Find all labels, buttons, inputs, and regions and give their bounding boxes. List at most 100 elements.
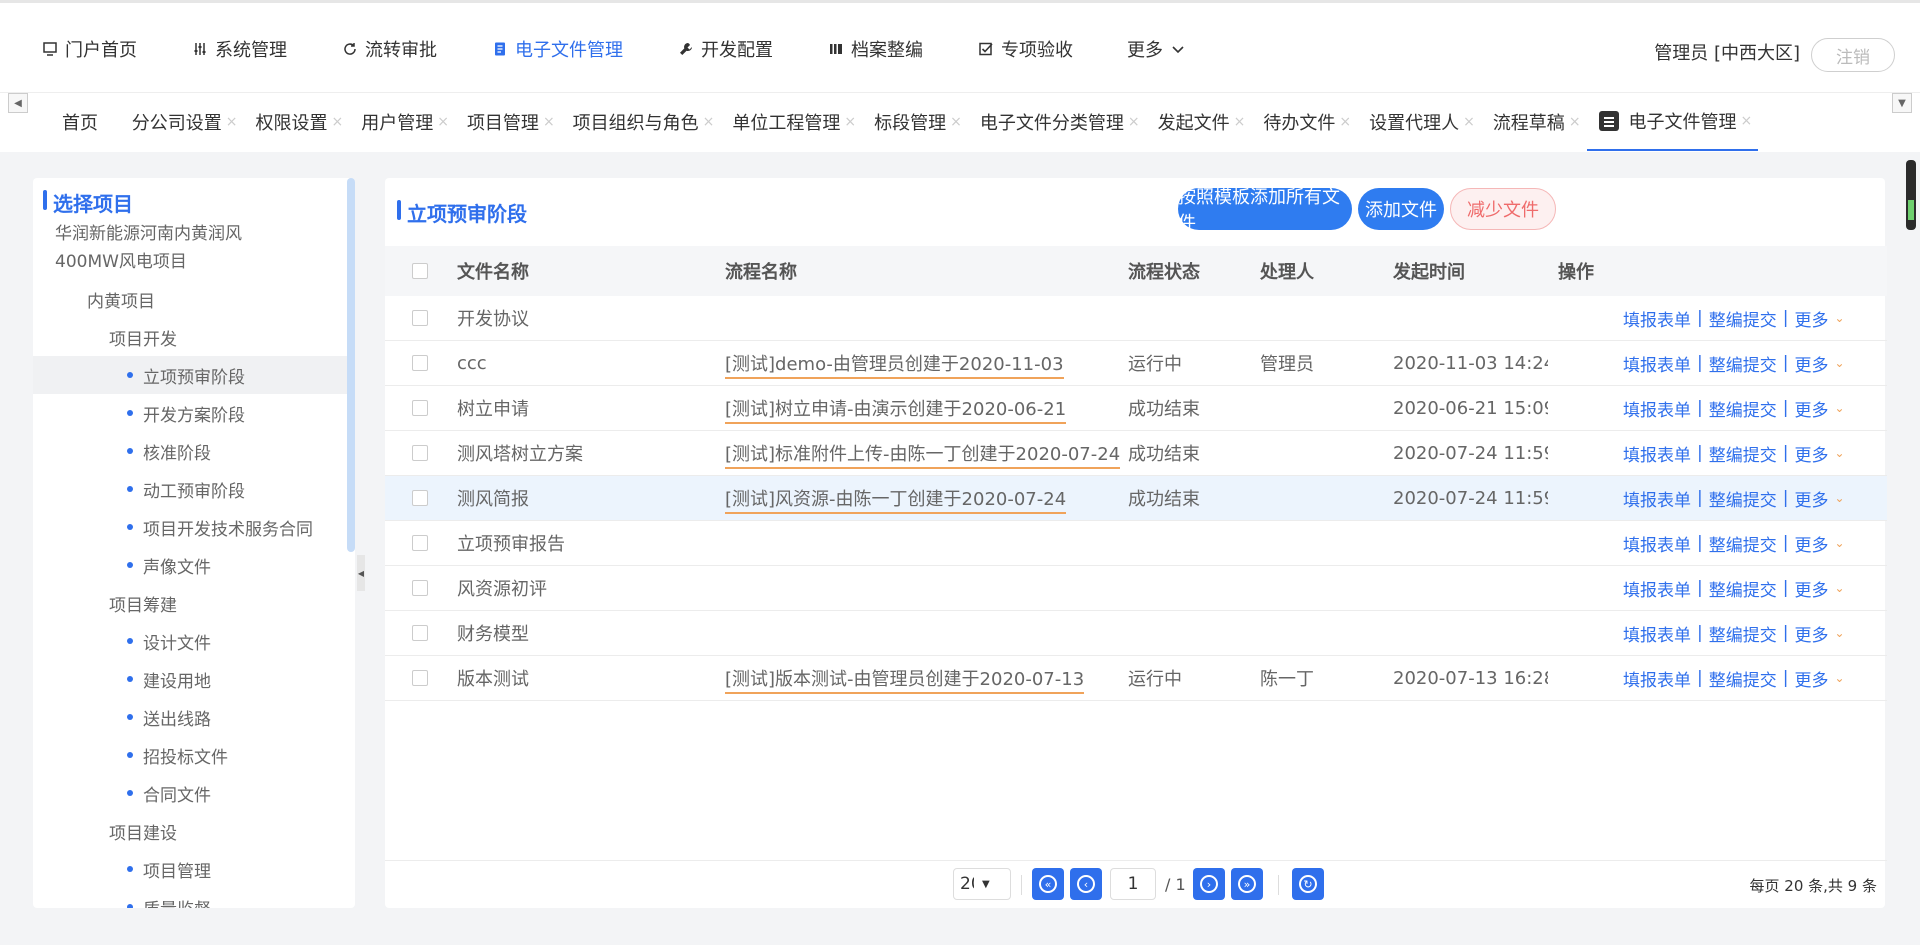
table-row[interactable]: 风资源初评 填报表单 | 整编提交 | 更多 ⌄ [385,566,1887,611]
tree-node[interactable]: 设计文件 [33,622,349,660]
close-icon[interactable]: × [437,114,449,130]
tab-13[interactable]: 电子文件管理 × [1586,93,1759,151]
nav-item-0[interactable]: 门户首页 [14,25,164,73]
close-icon[interactable]: × [1339,114,1351,130]
nav-item-2[interactable]: 流转审批 [314,25,464,73]
more-link[interactable]: 更多 [1794,351,1828,376]
submit-link[interactable]: 整编提交 [1709,396,1777,421]
nav-item-5[interactable]: 档案整编 [800,25,950,73]
submit-link[interactable]: 整编提交 [1709,486,1777,511]
tree-node[interactable]: 质量监督 [33,888,349,909]
tab-12[interactable]: 流程草稿 × [1481,93,1587,151]
more-link[interactable]: 更多 [1794,576,1828,601]
row-checkbox[interactable] [412,670,428,686]
tab-8[interactable]: 电子文件分类管理 × [968,93,1146,151]
table-row[interactable]: 立项预审报告 填报表单 | 整编提交 | 更多 ⌄ [385,521,1887,566]
tab-3[interactable]: 用户管理 × [349,93,455,151]
logout-button[interactable]: 注销 [1811,38,1895,72]
flow-link[interactable]: [测试]版本测试-由管理员创建于2020-07-13 [725,669,1085,694]
submit-link[interactable]: 整编提交 [1709,576,1777,601]
flow-link[interactable]: [测试]标准附件上传-由陈一丁创建于2020-07-24 [725,444,1121,469]
close-icon[interactable]: × [331,114,343,130]
tab-6[interactable]: 单位工程管理 × [720,93,862,151]
add-all-by-template-button[interactable]: 按照模板添加所有文件 [1178,187,1352,234]
close-icon[interactable]: × [1741,113,1753,129]
more-link[interactable]: 更多 [1794,666,1828,691]
close-icon[interactable]: × [226,114,238,130]
flow-link[interactable]: [测试]风资源-由陈一丁创建于2020-07-24 [725,489,1067,514]
submit-link[interactable]: 整编提交 [1709,621,1777,646]
row-checkbox[interactable] [412,580,428,596]
tree-node[interactable]: 开发方案阶段 [33,394,349,432]
next-page-button[interactable]: › [1193,868,1225,900]
flow-link[interactable]: [测试]树立申请-由演示创建于2020-06-21 [725,399,1067,424]
fill-form-link[interactable]: 填报表单 [1623,441,1691,466]
flow-link[interactable]: [测试]demo-由管理员创建于2020-11-03 [725,354,1064,379]
more-link[interactable]: 更多 [1794,486,1828,511]
more-link[interactable]: 更多 [1794,396,1828,421]
table-row[interactable]: 测风简报 [测试]风资源-由陈一丁创建于2020-07-24 成功结束 2020-07… [385,476,1887,521]
add-file-button[interactable]: 添加文件 [1358,188,1444,230]
tree-node[interactable]: 送出线路 [33,698,349,736]
row-checkbox[interactable] [412,400,428,416]
tree-node[interactable]: 项目管理 [33,850,349,888]
tab-5[interactable]: 项目组织与角色 × [561,93,721,151]
row-checkbox[interactable] [412,625,428,641]
row-checkbox[interactable] [412,490,428,506]
tree-node[interactable]: 动工预审阶段 [33,470,349,508]
last-page-button[interactable]: » [1231,868,1263,900]
tree-node[interactable]: 内黄项目 [33,280,349,318]
fill-form-link[interactable]: 填报表单 [1623,306,1691,331]
submit-link[interactable]: 整编提交 [1709,531,1777,556]
refresh-button[interactable]: ↻ [1292,868,1324,900]
tree-node[interactable]: 项目开发 [33,318,349,356]
nav-item-7[interactable]: 更多 [1100,25,1214,73]
row-checkbox[interactable] [412,310,428,326]
fill-form-link[interactable]: 填报表单 [1623,621,1691,646]
tab-2[interactable]: 权限设置 × [243,93,349,151]
tree-node[interactable]: 合同文件 [33,774,349,812]
tree-node[interactable]: 项目筹建 [33,584,349,622]
fill-form-link[interactable]: 填报表单 [1623,531,1691,556]
nav-item-4[interactable]: 开发配置 [650,25,800,73]
tree-node[interactable]: 声像文件 [33,546,349,584]
tree-node[interactable]: 立项预审阶段 [33,356,349,394]
tab-1[interactable]: 分公司设置 × [120,93,244,151]
row-checkbox[interactable] [412,445,428,461]
fill-form-link[interactable]: 填报表单 [1623,396,1691,421]
page-scrollbar[interactable] [1906,160,1916,230]
fill-form-link[interactable]: 填报表单 [1623,351,1691,376]
tree-node[interactable]: 核准阶段 [33,432,349,470]
tree-node[interactable]: 项目建设 [33,812,349,850]
more-link[interactable]: 更多 [1794,531,1828,556]
close-icon[interactable]: × [950,114,962,130]
table-row[interactable]: 财务模型 填报表单 | 整编提交 | 更多 ⌄ [385,611,1887,656]
fill-form-link[interactable]: 填报表单 [1623,666,1691,691]
tabs-scroll-right-button[interactable]: ▼ [1892,93,1912,113]
submit-link[interactable]: 整编提交 [1709,666,1777,691]
tab-4[interactable]: 项目管理 × [455,93,561,151]
submit-link[interactable]: 整编提交 [1709,306,1777,331]
submit-link[interactable]: 整编提交 [1709,351,1777,376]
tab-9[interactable]: 发起文件 × [1146,93,1252,151]
table-row[interactable]: 树立申请 [测试]树立申请-由演示创建于2020-06-21 成功结束 2020-06… [385,386,1887,431]
tab-0[interactable]: 首页× [50,93,120,151]
tree-node[interactable]: 建设用地 [33,660,349,698]
close-icon[interactable]: × [1128,114,1140,130]
left-panel-scrollbar[interactable] [347,178,355,552]
collapse-panel-handle[interactable]: ◀ [357,555,365,591]
close-icon[interactable]: × [1234,114,1246,130]
tab-10[interactable]: 待办文件 × [1251,93,1357,151]
select-all-checkbox[interactable] [412,263,428,279]
close-icon[interactable]: × [844,114,856,130]
more-link[interactable]: 更多 [1794,441,1828,466]
table-row[interactable]: 测风塔树立方案 [测试]标准附件上传-由陈一丁创建于2020-07-24 成功结束 2… [385,431,1887,476]
close-icon[interactable]: × [543,114,555,130]
first-page-button[interactable]: « [1032,868,1064,900]
page-size-select[interactable]: 20 ▼ [953,868,1011,900]
tabs-scroll-left-button[interactable]: ◀ [8,93,28,113]
row-checkbox[interactable] [412,535,428,551]
page-number-input[interactable]: 1 [1110,868,1156,900]
close-icon[interactable]: × [1463,114,1475,130]
table-row[interactable]: ccc [测试]demo-由管理员创建于2020-11-03 运行中 管理员 2020-… [385,341,1887,386]
